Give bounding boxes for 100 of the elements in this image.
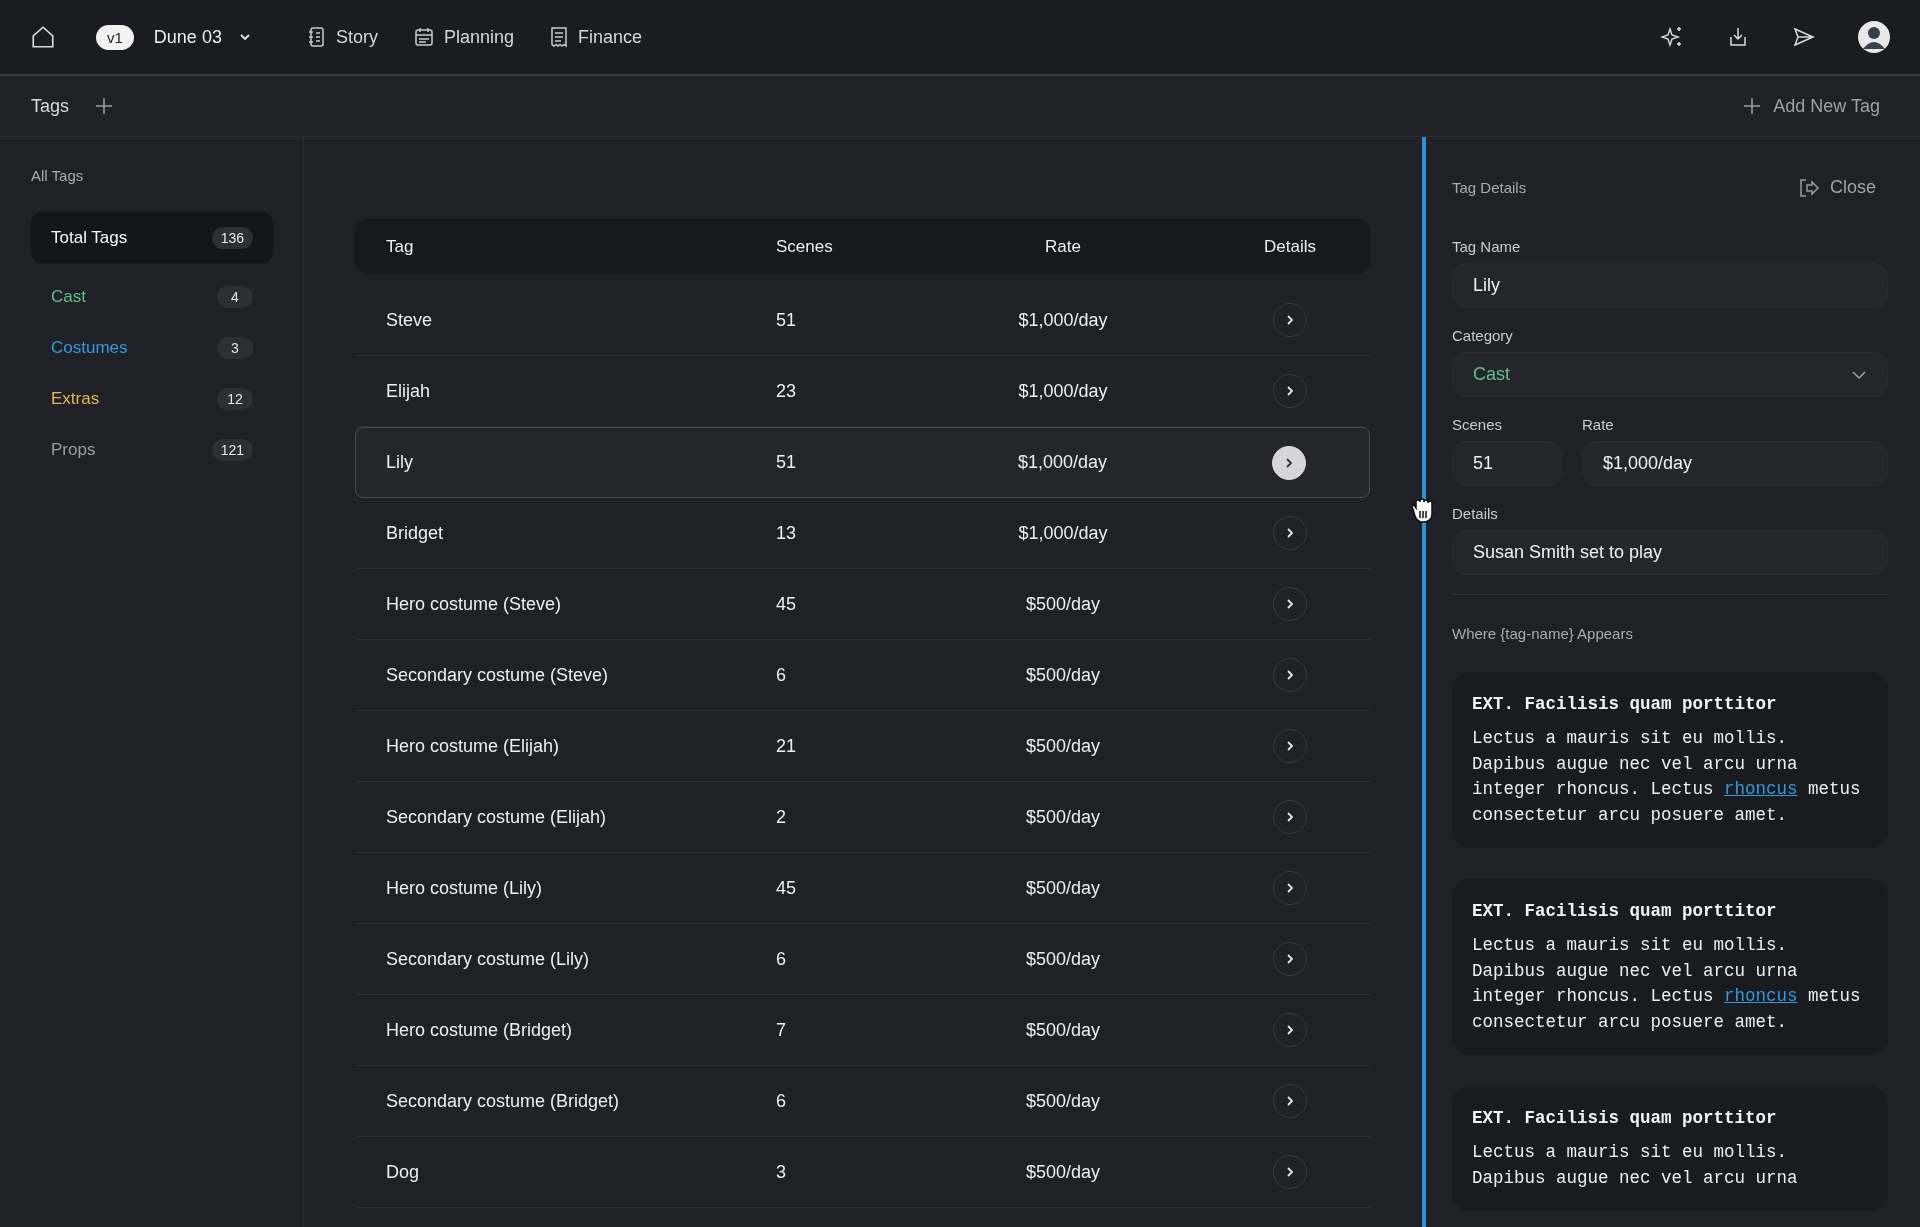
table-row[interactable]: Secondary costume (Steve) 6 $500/day	[355, 640, 1370, 711]
plus-icon	[1743, 97, 1762, 115]
exit-icon	[1797, 177, 1820, 198]
sidebar-item[interactable]: Cast 4	[31, 271, 273, 322]
table-cell: $500/day	[1025, 806, 1101, 828]
table-row[interactable]: Hero costume (Steve) 45 $500/day	[355, 569, 1370, 640]
input-field[interactable]: Susan Smith set to play	[1452, 530, 1888, 575]
panel-title: Tag Details	[1452, 179, 1527, 196]
table-cell: $500/day	[1025, 593, 1101, 615]
table-cell-text: Lily	[386, 452, 414, 473]
count-badge: 12	[217, 387, 253, 410]
table-cell-text: Secondary costume (Steve)	[386, 664, 610, 686]
scene-heading: EXT. Facilisis quam porttitor	[1472, 901, 1778, 921]
field-label: Details	[1452, 505, 1499, 522]
table-cell-text: 6	[776, 664, 787, 686]
table-cell-text: 6	[776, 948, 787, 970]
project-dropdown[interactable]: Dune 03	[153, 26, 252, 48]
column-header: Rate	[1045, 236, 1081, 257]
field-label: Category	[1452, 327, 1514, 344]
table-cell-text: Bridget	[386, 522, 445, 544]
table-cell-text: Hero costume (Steve)	[386, 593, 563, 615]
table-cell-text: Secondary costume (Lily)	[386, 948, 591, 970]
table-cell: $500/day	[1025, 1019, 1101, 1041]
table-row[interactable]: Secondary costume (Elijah) 2 $500/day	[355, 782, 1370, 853]
table-cell: $1,000/day	[1018, 380, 1108, 402]
table-cell: $1,000/day	[1018, 309, 1108, 331]
table-cell: $1,000/day	[1018, 522, 1108, 544]
sidebar-item[interactable]: Extras 12	[31, 373, 273, 424]
table-cell-text: Steve	[386, 309, 434, 331]
column-header: Tag	[386, 236, 415, 257]
field-label: Tag Name	[1452, 238, 1522, 255]
table-cell-text: 3	[776, 1161, 787, 1183]
scene-heading: EXT. Facilisis quam porttitor	[1472, 694, 1778, 714]
table-cell-text: 45	[776, 593, 798, 615]
field-label: Rate	[1582, 416, 1615, 433]
scene-text: Lectus a mauris sit eu mollis. Dapibus augue nec vel arcu urna integer rhoncus. Lectus rhoncus metus consectetur arcu posuere amet.	[1472, 934, 1862, 1034]
receipt-icon	[550, 26, 568, 48]
table-cell: $500/day	[1025, 1161, 1101, 1183]
notebook-icon	[307, 26, 326, 48]
table-row[interactable]: Dog 3 $500/day	[355, 1137, 1370, 1208]
input-field[interactable]: 51	[1452, 441, 1562, 486]
section-title: Tags	[31, 95, 70, 117]
sidebar-item[interactable]: Total Tags 136	[31, 212, 273, 263]
table-row[interactable]: Lily 51 $1,000/day	[355, 427, 1370, 498]
table-cell-text: Secondary costume (Bridget)	[386, 1090, 621, 1112]
table-cell-text: 51	[776, 452, 798, 473]
table-row[interactable]: Bridget 13 $1,000/day	[355, 498, 1370, 569]
nav-tab[interactable]: Finance	[550, 26, 643, 48]
text-link[interactable]: rhoncus	[1724, 779, 1798, 799]
scene-text: Lectus a mauris sit eu mollis. Dapibus augue nec vel arcu urna integer rhoncus. Lectus rhoncus metus consectetur arcu posuere amet.	[1472, 727, 1862, 827]
add-tag-button[interactable]: Add New Tag	[1743, 95, 1880, 117]
category-dropdown[interactable]: Cast	[1452, 352, 1888, 397]
scene-heading: EXT. Facilisis quam porttitor	[1472, 1108, 1778, 1128]
version-badge: v1	[96, 24, 134, 50]
input-field[interactable]: Lily	[1452, 263, 1888, 308]
table-cell-text: 6	[776, 1090, 787, 1112]
table-cell: $1,000/day	[1017, 452, 1108, 473]
nav-tab[interactable]: Planning	[413, 26, 514, 48]
count-badge: 4	[217, 285, 253, 308]
count-badge: 121	[211, 438, 253, 461]
table-row[interactable]: Hero costume (Bridget) 7 $500/day	[355, 995, 1370, 1066]
close-button[interactable]: Close	[1797, 177, 1876, 198]
table-row[interactable]: Hero costume (Lily) 45 $500/day	[355, 853, 1370, 924]
table-row[interactable]: Secondary costume (Bridget) 6 $500/day	[355, 1066, 1370, 1137]
column-header: Scenes	[776, 236, 834, 257]
table-cell-text: Elijah	[386, 380, 432, 402]
count-badge: 136	[211, 226, 253, 249]
plus-icon[interactable]	[95, 97, 114, 115]
sidebar-heading: All Tags	[31, 167, 85, 184]
resize-handle[interactable]	[1422, 137, 1426, 1227]
text-link[interactable]: rhoncus	[1724, 986, 1798, 1006]
table-cell: $500/day	[1025, 1090, 1101, 1112]
table-cell-text: 2	[776, 806, 787, 828]
nav-tab[interactable]: Story	[307, 26, 378, 48]
table-cell-text: Hero costume (Elijah)	[386, 735, 561, 757]
input-field[interactable]: $1,000/day	[1582, 441, 1888, 486]
home-icon[interactable]	[30, 24, 56, 50]
table-row[interactable]: Secondary costume (Lily) 6 $500/day	[355, 924, 1370, 995]
table-cell: $500/day	[1025, 877, 1101, 899]
table-cell-text: 7	[776, 1019, 787, 1041]
table-cell-text: 13	[776, 522, 798, 544]
sidebar-item[interactable]: Costumes 3	[31, 322, 273, 373]
table-cell: $500/day	[1025, 735, 1101, 757]
avatar[interactable]	[1858, 21, 1890, 53]
sidebar-item[interactable]: Props 121	[31, 424, 273, 475]
table-cell-text: 51	[776, 309, 798, 331]
scene-text: Lectus a mauris sit eu mollis. Dapibus augue nec vel arcu urna	[1472, 1141, 1799, 1190]
table-row[interactable]: Hero costume (Elijah) 21 $500/day	[355, 711, 1370, 782]
table-cell: $500/day	[1025, 948, 1101, 970]
table-cell: $500/day	[1025, 664, 1101, 686]
table-cell-text: 23	[776, 380, 798, 402]
send-icon[interactable]	[1792, 25, 1816, 49]
table-cell-text: Hero costume (Lily)	[386, 877, 544, 899]
hand-cursor-icon	[1409, 497, 1435, 525]
table-row[interactable]: Steve 51 $1,000/day	[355, 285, 1370, 356]
section-heading: Where {tag-name} Appears	[1452, 625, 1634, 642]
table-cell-text: Hero costume (Bridget)	[386, 1019, 574, 1041]
table-cell-text: Dog	[386, 1161, 421, 1183]
sparkle-icon[interactable]	[1660, 25, 1684, 49]
table-cell-text: Secondary costume (Elijah)	[386, 806, 608, 828]
